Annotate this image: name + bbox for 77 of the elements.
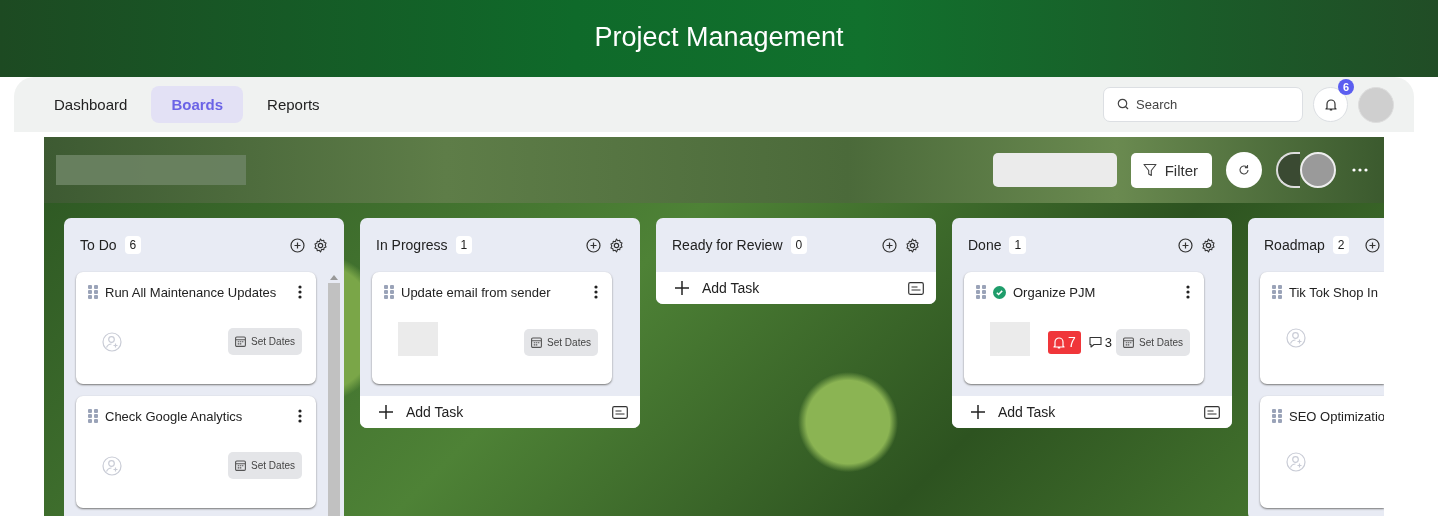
search-field[interactable]: Search: [1103, 87, 1303, 122]
task-title: Organize PJM: [1013, 284, 1096, 300]
task-card[interactable]: Organize PJM 7 3 Set Dates: [964, 272, 1204, 384]
task-title: Run All Maintenance Updates: [105, 284, 277, 300]
column-title: Ready for Review: [672, 237, 783, 253]
calendar-icon: [235, 336, 247, 347]
more-icon[interactable]: [1186, 285, 1190, 299]
card-icon[interactable]: [1204, 405, 1220, 419]
comment-count: 3: [1104, 334, 1113, 350]
task-count: 6: [124, 236, 142, 254]
funnel-icon: [1142, 163, 1157, 177]
add-icon[interactable]: [882, 237, 897, 253]
card-icon[interactable]: [612, 405, 628, 419]
column-title: Done: [968, 237, 1002, 253]
column-title: To Do: [80, 237, 117, 253]
nav-tab[interactable]: Dashboard: [38, 86, 144, 123]
column-title: In Progress: [376, 237, 448, 253]
more-icon[interactable]: [594, 285, 598, 299]
bell-icon: [1324, 98, 1337, 111]
add-icon[interactable]: [1365, 237, 1381, 253]
drag-handle-icon[interactable]: [384, 285, 394, 299]
more-icon[interactable]: [298, 285, 302, 299]
set-dates-button[interactable]: Set Dates: [524, 328, 598, 356]
add-icon[interactable]: [290, 237, 305, 253]
member-avatar[interactable]: [1276, 152, 1300, 188]
refresh-button[interactable]: [1226, 152, 1262, 188]
check-circle-icon: [993, 285, 1006, 299]
notification-badge: 6: [1338, 79, 1354, 95]
task-card[interactable]: Tik Tok Shop In: [1260, 272, 1384, 384]
add-icon[interactable]: [586, 237, 601, 253]
task-count: 0: [790, 236, 808, 254]
drag-handle-icon[interactable]: [976, 285, 986, 299]
more-icon[interactable]: [1352, 168, 1368, 172]
settings-icon[interactable]: [905, 237, 920, 253]
calendar-icon: [235, 460, 247, 471]
member-avatar[interactable]: [1300, 152, 1336, 188]
more-icon[interactable]: [298, 409, 302, 423]
drag-handle-icon[interactable]: [88, 285, 98, 299]
comment-icon: [1088, 336, 1102, 348]
add-task-button[interactable]: Add Task: [970, 404, 1056, 420]
bell-icon: [1053, 335, 1066, 349]
settings-icon[interactable]: [1201, 237, 1216, 253]
drag-handle-icon[interactable]: [88, 409, 98, 423]
plus-icon: [674, 280, 690, 296]
calendar-icon: [1123, 336, 1135, 348]
add-icon[interactable]: [1178, 237, 1193, 253]
app-title: Project Management: [594, 22, 844, 54]
task-title: SEO Optimizatio: [1289, 408, 1384, 424]
set-dates-button[interactable]: Set Dates: [228, 452, 302, 479]
set-dates-button[interactable]: Set Dates: [1116, 328, 1190, 356]
nav-tab[interactable]: Reports: [251, 86, 336, 123]
task-count: 1: [455, 236, 473, 254]
plus-icon: [970, 404, 986, 420]
set-dates-button[interactable]: Set Dates: [228, 328, 302, 355]
task-count: 2: [1332, 236, 1350, 254]
add-task-button[interactable]: Add Task: [674, 280, 760, 296]
task-title: Update email from sender: [401, 284, 551, 300]
add-task-button[interactable]: Add Task: [378, 404, 464, 420]
nav-tab[interactable]: Boards: [151, 86, 244, 123]
task-card[interactable]: Run All Maintenance Updates Set Dates: [76, 272, 316, 384]
calendar-icon: [531, 336, 543, 348]
task-title: Check Google Analytics: [105, 408, 243, 424]
drag-handle-icon[interactable]: [1272, 285, 1282, 299]
settings-icon[interactable]: [609, 237, 624, 253]
column-title: Roadmap: [1264, 237, 1325, 253]
task-count: 1: [1009, 236, 1027, 254]
task-card[interactable]: SEO Optimizatio: [1260, 396, 1384, 508]
task-card[interactable]: Check Google Analytics Set Dates: [76, 396, 316, 508]
card-icon[interactable]: [908, 281, 924, 295]
refresh-icon: [1238, 164, 1250, 176]
alert-badge: 7: [1048, 330, 1081, 354]
task-card[interactable]: Update email from sender Set Dates: [372, 272, 612, 384]
plus-icon: [378, 404, 394, 420]
drag-handle-icon[interactable]: [1272, 409, 1282, 423]
settings-icon[interactable]: [313, 237, 328, 253]
filter-button[interactable]: Filter: [1130, 152, 1212, 188]
task-title: Tik Tok Shop In: [1289, 284, 1378, 300]
